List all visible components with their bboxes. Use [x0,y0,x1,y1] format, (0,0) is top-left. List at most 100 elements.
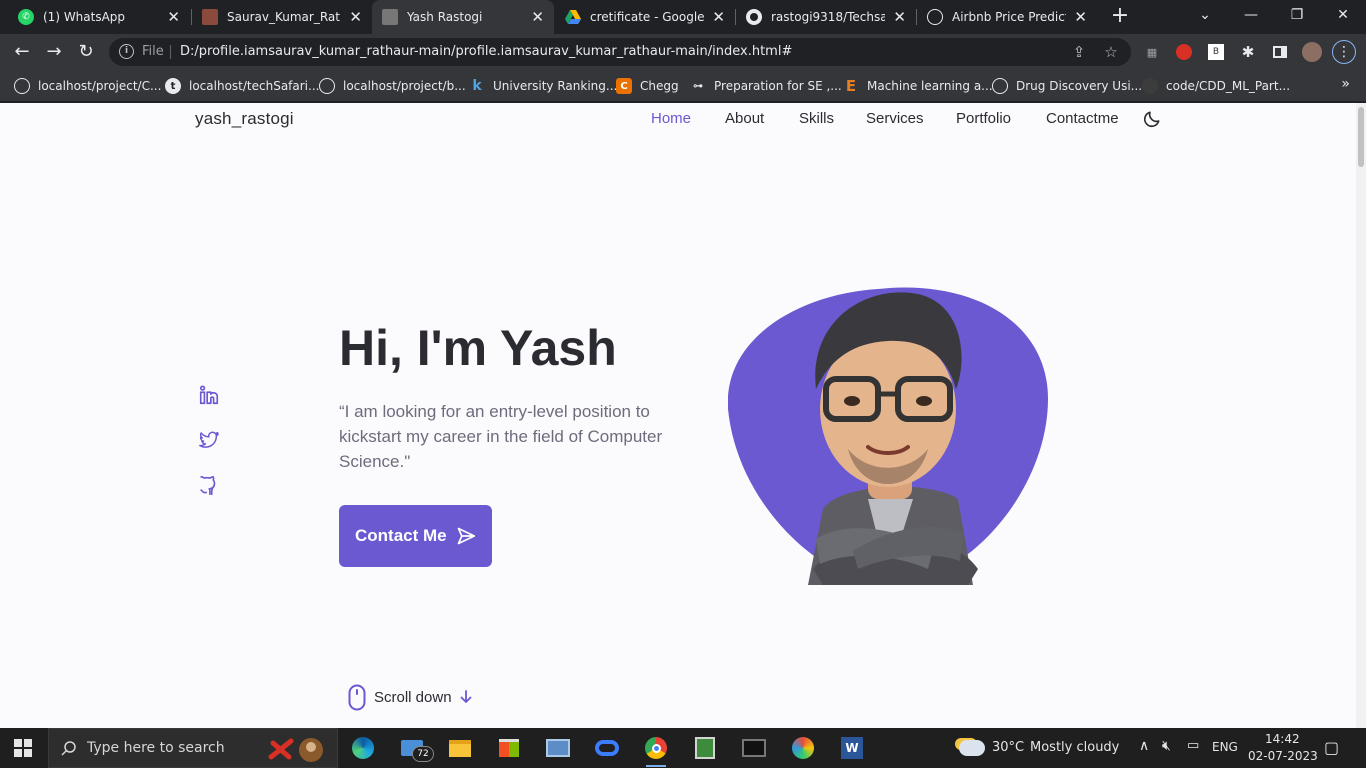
tab-saurav[interactable]: Saurav_Kumar_Rathau ✕ [192,0,372,34]
b-extension-icon[interactable]: B [1206,42,1226,62]
scheme-label: File [142,44,164,59]
windows-start-icon[interactable] [14,739,32,757]
tab-github[interactable]: rastogi9318/Techsafar ✕ [736,0,916,34]
close-window-icon[interactable]: ✕ [1320,0,1366,30]
tray-chevron-icon[interactable]: ∧ [1139,738,1149,754]
github-icon[interactable] [198,475,220,497]
nav-portfolio[interactable]: Portfolio [956,110,1011,127]
tab-title: (1) WhatsApp [43,10,126,24]
weather-condition[interactable]: Mostly cloudy [1030,740,1119,755]
webex-icon[interactable] [593,734,621,762]
taskbar-search-box[interactable]: Type here to search [48,728,338,768]
store-icon[interactable] [495,734,523,762]
bookmarks-bar: localhost/project/C... t localhost/techSa… [0,70,1366,102]
nav-services[interactable]: Services [866,110,924,127]
e-icon: E [845,77,857,95]
bookmark-item[interactable]: ⊶ Preparation for SE ,... [690,76,842,96]
url-text[interactable]: D:/profile.iamsaurav_kumar_rathaur-main/… [180,44,792,59]
chrome-icon[interactable] [642,734,670,767]
bookmark-star-icon[interactable]: ☆ [1102,43,1120,61]
terminal-icon[interactable] [740,734,768,762]
speaker-muted-icon[interactable]: 🔇︎ [1162,738,1171,754]
side-panel-icon[interactable] [1270,42,1290,62]
bookmark-item[interactable]: code/CDD_ML_Part... [1142,76,1290,96]
mail-icon[interactable]: 72 [398,734,434,762]
nav-home[interactable]: Home [651,110,691,127]
tab-google-drive[interactable]: cretificate - Google Dr ✕ [555,0,735,34]
close-icon[interactable]: ✕ [167,8,180,26]
adblock-icon[interactable] [1174,42,1194,62]
arrow-down-icon [460,690,471,703]
close-icon[interactable]: ✕ [349,8,362,26]
close-icon[interactable]: ✕ [1074,8,1087,26]
clock-time[interactable]: 14:42 [1265,732,1300,746]
battery-icon[interactable]: ▭ [1187,738,1199,753]
close-icon[interactable]: ✕ [893,8,906,26]
address-bar[interactable]: i File D:/profile.iamsaurav_kumar_rathau… [109,38,1131,66]
scroll-down-label: Scroll down [374,688,452,706]
word-icon[interactable]: W [838,734,866,762]
info-icon[interactable]: i [119,44,134,59]
edge-icon[interactable] [349,734,377,762]
new-tab-button[interactable]: + [1109,4,1131,28]
linkedin-icon[interactable] [198,384,220,406]
google-drive-icon [565,9,581,25]
minimize-icon[interactable]: — [1228,0,1274,30]
bookmark-item[interactable]: localhost/project/C... [14,76,161,96]
bookmark-label: Machine learning a... [867,79,993,93]
reload-icon[interactable]: ↻ [74,40,98,64]
tab-airbnb[interactable]: Airbnb Price Predictio ✕ [917,0,1097,34]
bookmark-item[interactable]: t localhost/techSafari... [165,76,319,96]
contact-me-label: Contact Me [355,526,447,545]
back-icon[interactable]: ← [10,40,34,64]
weather-cloud-icon[interactable] [958,734,986,762]
file-explorer-icon[interactable] [446,734,474,762]
tab-whatsapp[interactable]: ✆ (1) WhatsApp ✕ [8,0,190,34]
hero-description: “I am looking for an entry-level positio… [339,402,663,471]
share-icon[interactable]: ⇪ [1070,43,1088,61]
nav-skills[interactable]: Skills [799,110,834,127]
profile-avatar[interactable] [1302,42,1322,62]
forward-icon[interactable]: → [42,40,66,64]
scroll-down-link[interactable]: Scroll down [348,683,472,711]
language-indicator[interactable]: ENG [1212,740,1238,754]
scrollbar-thumb[interactable] [1358,107,1364,167]
mouse-icon [348,684,366,710]
bookmark-item[interactable]: localhost/project/b... [319,76,466,96]
nav-about[interactable]: About [725,110,764,127]
contact-me-button[interactable]: Contact Me [339,505,492,567]
bookmark-item[interactable]: E Machine learning a... [843,76,993,96]
paint-icon[interactable] [789,734,817,762]
globe-icon [14,78,30,94]
bookmark-item[interactable]: C Chegg [616,76,679,96]
twitter-icon[interactable] [198,429,220,451]
nav-contactme[interactable]: Contactme [1046,110,1119,127]
globe-icon [319,78,335,94]
site-logo[interactable]: yash_rastogi [195,109,294,129]
hero-title: Hi, I'm Yash [339,320,617,376]
bookmark-item[interactable]: k University Ranking... [469,76,617,96]
chart-app-icon[interactable] [691,734,719,762]
bookmark-item[interactable]: Drug Discovery Usi... [992,76,1142,96]
bookmarks-overflow-icon[interactable]: » [1341,76,1350,92]
restore-icon[interactable]: ❐ [1274,0,1320,30]
notifications-icon[interactable]: ▢ [1324,738,1339,757]
tab-yash-rastogi[interactable]: Yash Rastogi ✕ [372,0,554,34]
menu-kebab-icon[interactable]: ⋮ [1332,40,1356,64]
globe-icon [992,78,1008,94]
extensions-puzzle-icon[interactable]: ✱ [1238,42,1258,62]
techsafari-icon: t [165,78,181,94]
grid-extension-icon[interactable]: ▦ [1142,42,1162,62]
browser-toolbar: ← → ↻ i File D:/profile.iamsaurav_kumar_… [0,34,1366,70]
close-icon[interactable]: ✕ [531,8,544,26]
clock-date[interactable]: 02-07-2023 [1248,749,1318,763]
moon-icon[interactable] [1142,109,1162,129]
weather-temp[interactable]: 30°C [992,740,1024,755]
tab-search-icon[interactable]: ⌄ [1182,0,1228,30]
close-icon[interactable]: ✕ [712,8,725,26]
profile-photo-icon [202,9,218,25]
tab-title: Saurav_Kumar_Rathau [227,10,341,24]
page-scrollbar[interactable] [1356,103,1366,728]
tab-title: Airbnb Price Predictio [952,10,1066,24]
control-panel-icon[interactable] [544,734,572,762]
